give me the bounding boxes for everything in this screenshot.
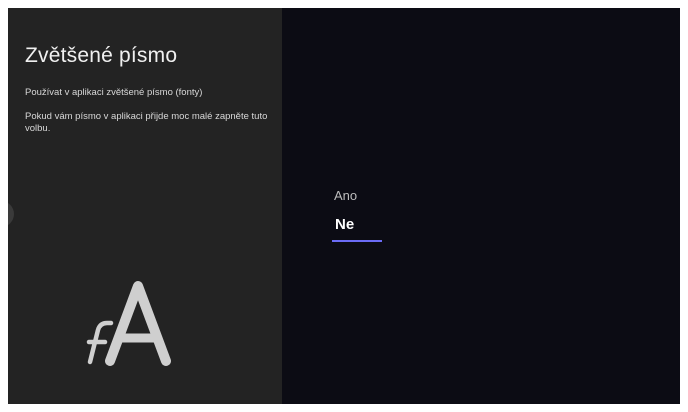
options-panel: Ano Ne <box>282 8 680 404</box>
side-handle <box>8 201 14 227</box>
options-list: Ano Ne <box>332 188 382 242</box>
page-title: Zvětšené písmo <box>25 44 178 67</box>
settings-screen: Zvětšené písmo Používat v aplikaci zvětš… <box>8 8 680 404</box>
font-size-icon <box>86 281 171 366</box>
focus-underline <box>332 240 382 242</box>
setting-subtitle: Používat v aplikaci zvětšené písmo (font… <box>25 87 203 98</box>
option-ano[interactable]: Ano <box>332 188 357 212</box>
option-ne[interactable]: Ne <box>332 216 382 242</box>
description-panel: Zvětšené písmo Používat v aplikaci zvětš… <box>8 8 282 404</box>
option-label: Ano <box>334 188 358 203</box>
option-label: Ne <box>335 216 355 233</box>
setting-description: Pokud vám písmo v aplikaci přijde moc ma… <box>25 111 268 134</box>
